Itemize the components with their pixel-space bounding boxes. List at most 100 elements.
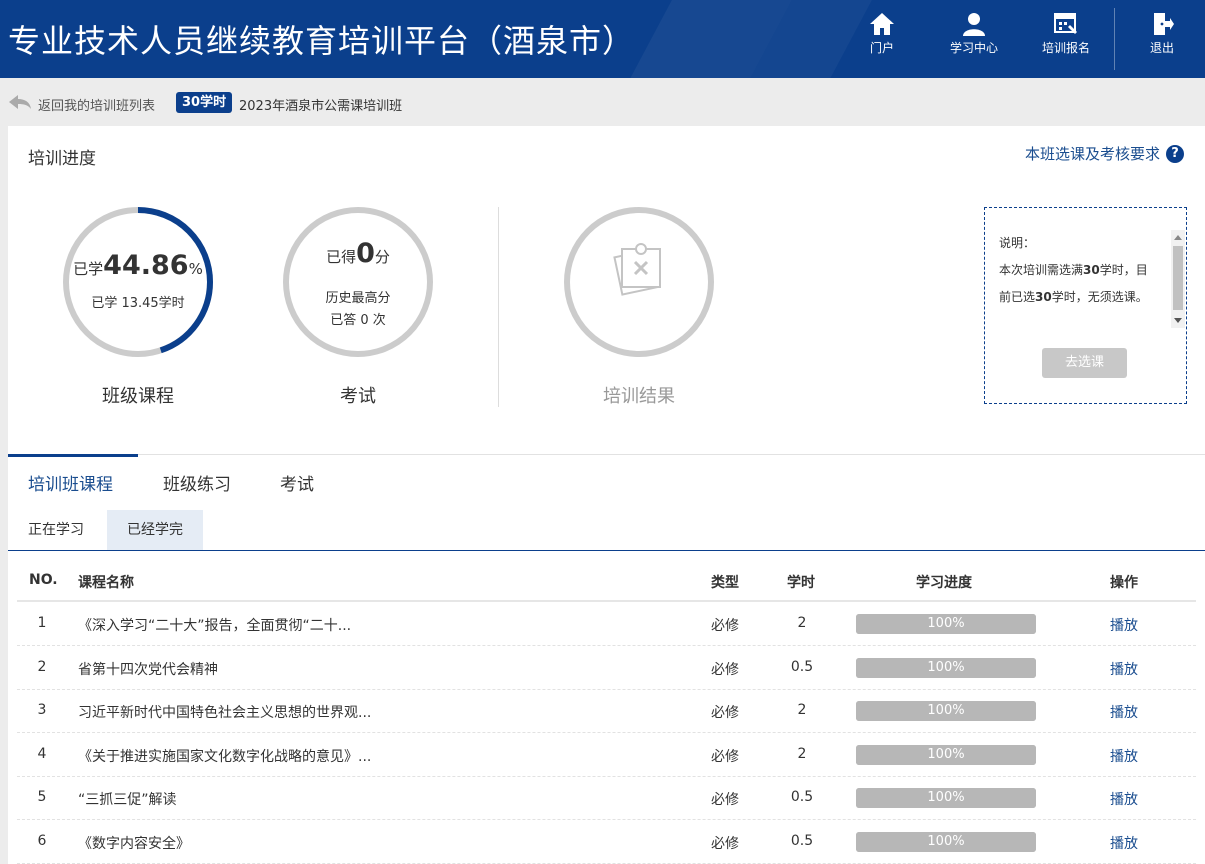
row-progress-bar: 100%: [856, 701, 1036, 721]
row-progress-bar: 100%: [856, 788, 1036, 808]
class-name: 2023年酒泉市公需课培训班: [239, 99, 403, 114]
course-progress-ring[interactable]: 已学44.86% 已学 13.45学时: [61, 205, 215, 359]
tab-class-practice[interactable]: 班级练习: [163, 470, 231, 495]
table-row: 4 《关于推进实施国家文化数字化战略的意见》... 必修 2 100% 播放: [17, 733, 1196, 777]
row-type: 必修: [711, 836, 739, 852]
nav-divider: [1114, 8, 1115, 70]
course-hours: 已学 13.45学时: [91, 296, 185, 311]
col-action: 操作: [1110, 575, 1138, 591]
row-progress-text: 100%: [927, 616, 965, 631]
play-link[interactable]: 播放: [1110, 789, 1138, 809]
row-course-name: 《深入学习“二十大”报告，全面贯彻“二十...: [78, 618, 352, 634]
nav-registration[interactable]: 培训报名: [1026, 12, 1106, 64]
row-progress-text: 100%: [927, 834, 965, 849]
row-type: 必修: [711, 749, 739, 765]
row-type: 必修: [711, 618, 739, 634]
home-icon: [842, 12, 922, 36]
site-title: 专业技术人员继续教育培训平台（酒泉市）: [8, 22, 636, 60]
active-tab-indicator: [8, 454, 138, 457]
section-divider: [498, 207, 499, 407]
tab-exam[interactable]: 考试: [280, 470, 314, 495]
row-progress-bar: 100%: [856, 745, 1036, 765]
tab-class-courses[interactable]: 培训班课程: [28, 470, 113, 495]
course-table-header: NO. 课程名称 类型 学时 学习进度 操作: [17, 562, 1196, 602]
register-icon: [1026, 12, 1106, 36]
row-hours: 0.5: [790, 659, 814, 675]
row-no: 5: [37, 789, 47, 805]
row-course-name: 《关于推进实施国家文化数字化战略的意见》...: [78, 749, 372, 765]
row-hours: 0.5: [790, 789, 814, 805]
nav-logout-label: 退出: [1149, 41, 1174, 55]
row-hours: 2: [797, 746, 807, 762]
exam-caption: 考试: [340, 386, 376, 407]
row-course-name: 《数字内容安全》: [78, 836, 190, 852]
exam-history-label: 历史最高分: [325, 291, 391, 306]
play-link[interactable]: 播放: [1110, 659, 1138, 679]
course-selection-note: 说明： 本次培训需选满30学时，目前已选30学时，无须选课。 去选课: [984, 207, 1187, 404]
user-icon: [934, 12, 1014, 36]
nav-logout[interactable]: 退出: [1122, 12, 1202, 64]
row-hours: 2: [797, 615, 807, 631]
class-hours-badge: 30学时: [176, 92, 233, 113]
play-link[interactable]: 播放: [1110, 746, 1138, 766]
top-header: 专业技术人员继续教育培训平台（酒泉市） 门户 学习中心 培训报名 退出: [0, 0, 1205, 78]
table-row: 6 《数字内容安全》 必修 0.5 100% 播放: [17, 820, 1196, 864]
scroll-up-icon[interactable]: [1174, 235, 1182, 240]
back-label: 返回我的培训班列表: [38, 98, 156, 114]
requirements-label: 本班选课及考核要求: [1024, 145, 1160, 163]
exam-attempts: 已答 0 次: [330, 313, 386, 328]
nav-learning-center-label: 学习中心: [949, 41, 998, 55]
row-no: 3: [37, 702, 47, 718]
exam-score: 已得0分: [326, 238, 390, 269]
subtab-completed[interactable]: 已经学完: [107, 510, 203, 550]
play-link[interactable]: 播放: [1110, 702, 1138, 722]
row-hours: 2: [797, 702, 807, 718]
nav-home-label: 门户: [869, 41, 894, 55]
result-ring: [562, 205, 716, 359]
nav-registration-label: 培训报名: [1041, 41, 1090, 55]
row-course-name: 省第十四次党代会精神: [78, 662, 218, 678]
nav-learning-center[interactable]: 学习中心: [934, 12, 1014, 64]
subtab-in-progress[interactable]: 正在学习: [8, 510, 104, 550]
progress-title: 培训进度: [28, 149, 96, 169]
row-progress-bar: 100%: [856, 832, 1036, 852]
result-caption: 培训结果: [603, 386, 675, 407]
back-to-class-list-link[interactable]: 返回我的培训班列表: [8, 94, 155, 114]
play-link[interactable]: 播放: [1110, 615, 1138, 635]
back-arrow-icon: [8, 94, 38, 114]
table-row: 5 “三抓三促”解读 必修 0.5 100% 播放: [17, 776, 1196, 820]
col-no: NO.: [29, 572, 58, 588]
note-text: 说明： 本次培训需选满30学时，目前已选30学时，无须选课。: [999, 236, 1148, 304]
course-percent: 已学44.86%: [73, 250, 203, 281]
table-row: 2 省第十四次党代会精神 必修 0.5 100% 播放: [17, 646, 1196, 690]
row-no: 4: [37, 746, 47, 762]
subtab-underline: [8, 550, 1205, 551]
nav-home[interactable]: 门户: [842, 12, 922, 64]
col-course-name: 课程名称: [78, 575, 134, 591]
row-course-name: “三抓三促”解读: [78, 792, 177, 808]
col-hours: 学时: [787, 575, 815, 591]
row-course-name: 习近平新时代中国特色社会主义思想的世界观...: [78, 705, 372, 721]
row-no: 6: [37, 833, 47, 849]
row-type: 必修: [711, 705, 739, 721]
play-link[interactable]: 播放: [1110, 833, 1138, 853]
row-no: 2: [37, 659, 47, 675]
exam-ring[interactable]: 已得0分 历史最高分 已答 0 次: [281, 205, 435, 359]
scroll-down-icon[interactable]: [1174, 318, 1182, 323]
table-row: 3 习近平新时代中国特色社会主义思想的世界观... 必修 2 100% 播放: [17, 689, 1196, 733]
col-type: 类型: [711, 575, 739, 591]
row-no: 1: [37, 615, 47, 631]
row-hours: 0.5: [790, 833, 814, 849]
row-progress-text: 100%: [927, 660, 965, 675]
note-scrollbar[interactable]: [1171, 230, 1185, 328]
select-course-button[interactable]: 去选课: [1042, 348, 1127, 378]
scroll-thumb[interactable]: [1173, 246, 1183, 310]
row-progress-text: 100%: [927, 747, 965, 762]
requirements-link[interactable]: 本班选课及考核要求 ?: [1025, 143, 1184, 164]
row-progress-bar: 100%: [856, 658, 1036, 678]
col-progress: 学习进度: [916, 575, 972, 591]
row-progress-text: 100%: [927, 703, 965, 718]
logout-icon: [1122, 12, 1202, 36]
row-type: 必修: [711, 662, 739, 678]
breadcrumb: 返回我的培训班列表 30学时 2023年酒泉市公需课培训班: [0, 78, 1205, 126]
